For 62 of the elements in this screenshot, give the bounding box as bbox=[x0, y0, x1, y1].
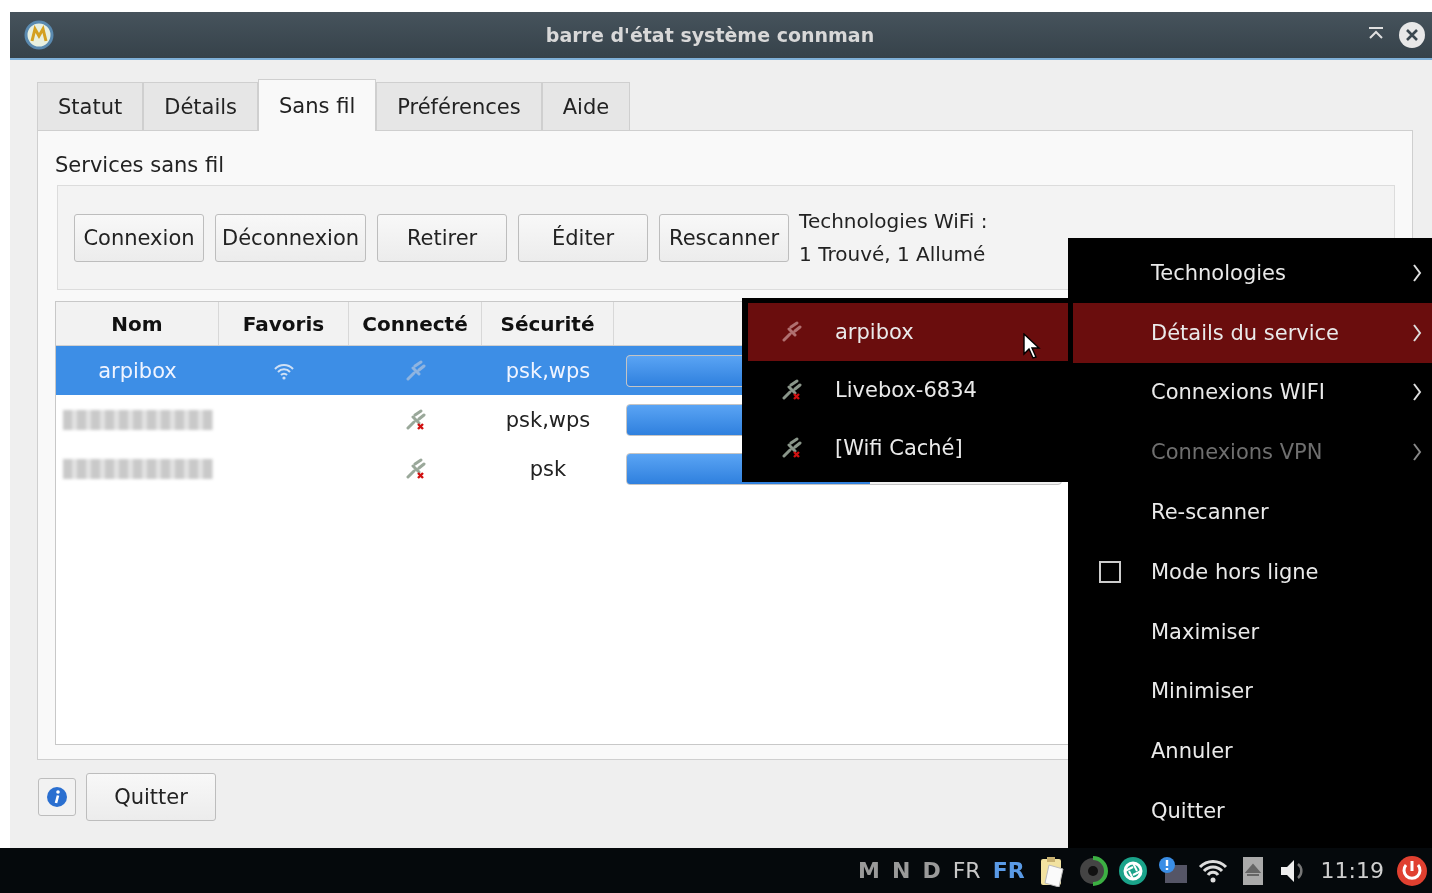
menu-item[interactable]: Quitter bbox=[1068, 781, 1432, 841]
menu-item[interactable]: Technologies bbox=[1068, 243, 1432, 303]
menu-label: Annuler bbox=[1151, 739, 1234, 764]
tray-indicator[interactable]: M bbox=[858, 858, 880, 883]
menu-label: arpibox bbox=[835, 320, 915, 344]
menu-label: [Wifi Caché] bbox=[835, 436, 964, 460]
tray-indicator[interactable]: FR bbox=[992, 858, 1025, 883]
close-icon[interactable] bbox=[1398, 21, 1426, 49]
column-header[interactable]: Nom bbox=[56, 302, 219, 345]
mouse-pointer-icon bbox=[1023, 333, 1041, 359]
menu-item[interactable]: Détails du service bbox=[1073, 302, 1432, 363]
tray-indicator[interactable]: N bbox=[892, 858, 911, 883]
section-title: Services sans fil bbox=[55, 153, 226, 177]
toolbar-button[interactable]: Déconnexion bbox=[215, 213, 367, 262]
menu-label: Quitter bbox=[1151, 799, 1226, 824]
toolbar-button[interactable]: Éditer bbox=[518, 213, 649, 262]
column-header[interactable]: Connecté bbox=[349, 302, 482, 345]
table-cell: psk,wps bbox=[505, 358, 591, 383]
aperture-icon[interactable] bbox=[1116, 854, 1149, 887]
status-text: Technologies WiFi : bbox=[799, 207, 988, 235]
chevron-right-icon bbox=[1412, 262, 1422, 283]
power-icon[interactable] bbox=[1396, 854, 1428, 887]
toolbar-button[interactable]: Retirer bbox=[377, 213, 508, 262]
tab[interactable]: Aide bbox=[541, 82, 631, 130]
chevron-right-icon bbox=[1412, 442, 1422, 463]
tab[interactable]: Statut bbox=[37, 82, 144, 130]
menu-item[interactable]: Annuler bbox=[1068, 721, 1432, 782]
column-header[interactable]: Favoris bbox=[219, 302, 349, 345]
tray-indicator[interactable]: D bbox=[922, 858, 941, 883]
status-text: 1 Trouvé, 1 Allumé bbox=[799, 240, 987, 268]
tray-indicator[interactable]: FR bbox=[952, 858, 981, 883]
chevron-right-icon bbox=[1412, 322, 1422, 343]
app-logo-icon bbox=[24, 20, 54, 50]
tab[interactable]: Détails bbox=[143, 82, 259, 130]
info-icon bbox=[46, 786, 68, 808]
checkbox[interactable] bbox=[1098, 560, 1121, 583]
table-cell: arpibox bbox=[98, 358, 177, 383]
column-header[interactable]: Sécurité bbox=[482, 302, 614, 345]
info-button[interactable] bbox=[38, 778, 76, 816]
chevron-right-icon bbox=[1412, 382, 1422, 403]
menu-label: Mode hors ligne bbox=[1151, 559, 1320, 584]
menu-item[interactable]: Minimiser bbox=[1068, 661, 1432, 722]
tab[interactable]: Préférences bbox=[376, 82, 542, 130]
menu-item[interactable]: Mode hors ligne bbox=[1068, 542, 1432, 602]
table-cell: psk bbox=[529, 456, 567, 481]
menu-item[interactable]: Maximiser bbox=[1068, 601, 1432, 662]
menu-item[interactable]: [Wifi Caché] bbox=[748, 419, 1068, 477]
window-title: barre d'état système connman bbox=[544, 24, 876, 46]
menu-label: Maximiser bbox=[1151, 619, 1261, 644]
menu-label: Détails du service bbox=[1151, 320, 1340, 345]
menu-label: Re-scanner bbox=[1151, 500, 1270, 525]
toolbar-button[interactable]: Rescanner bbox=[659, 213, 790, 262]
menu-label: Connexions VPN bbox=[1151, 440, 1324, 465]
quit-button[interactable]: Quitter bbox=[86, 773, 216, 821]
tab[interactable]: Sans fil bbox=[258, 79, 377, 131]
table-cell: psk,wps bbox=[505, 407, 591, 432]
clock[interactable]: 11:19 bbox=[1320, 858, 1384, 883]
toolbar-button[interactable]: Connexion bbox=[74, 213, 204, 262]
menu-item[interactable]: Re-scanner bbox=[1068, 482, 1432, 542]
menu-label: Minimiser bbox=[1151, 679, 1254, 704]
menu-label: Technologies bbox=[1151, 260, 1287, 285]
menu-item[interactable]: arpibox bbox=[748, 303, 1068, 361]
